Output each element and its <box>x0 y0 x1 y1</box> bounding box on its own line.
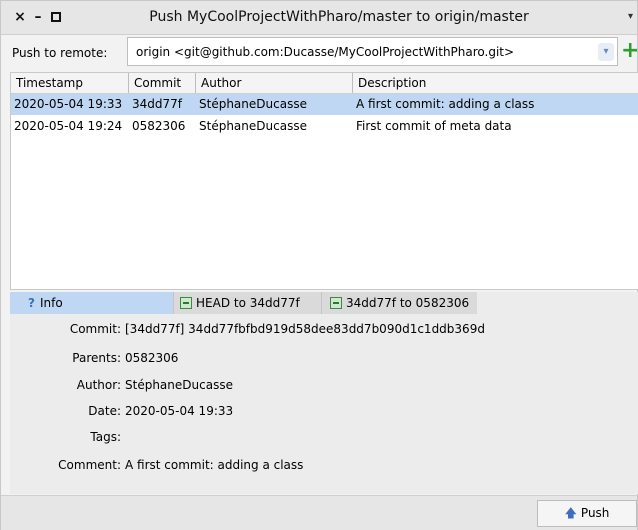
cell-description: First commit of meta data <box>356 119 512 133</box>
tab-info[interactable]: ? Info <box>10 292 173 314</box>
parents-label: Parents: <box>72 351 121 365</box>
commits-table: Timestamp Commit Author Description 2020… <box>10 72 638 290</box>
maximize-icon[interactable] <box>48 9 64 25</box>
comment-label: Comment: <box>58 458 121 472</box>
cell-author: StéphaneDucasse <box>199 119 307 133</box>
push-to-remote-label: Push to remote: <box>12 46 108 60</box>
chevron-down-icon[interactable]: ▾ <box>598 43 614 61</box>
author-value: StéphaneDucasse <box>125 378 233 392</box>
arrow-up-icon: 🡅 <box>564 506 577 520</box>
diff-icon <box>180 297 192 309</box>
parents-value: 0582306 <box>125 351 179 365</box>
tab-commit-diff[interactable]: 34dd77f to 0582306 <box>321 292 477 314</box>
commit-info-panel: Commit: [34dd77f] 34dd77fbfbd919d58dee83… <box>10 314 638 494</box>
minimize-icon[interactable]: – <box>30 9 46 25</box>
remote-dropdown[interactable]: origin <git@github.com:Ducasse/MyCoolPro… <box>127 37 618 66</box>
date-value: 2020-05-04 19:33 <box>125 404 234 418</box>
diff-icon <box>330 297 342 309</box>
cell-author: StéphaneDucasse <box>199 97 307 111</box>
table-row[interactable]: 2020-05-04 19:33 34dd77f StéphaneDucasse… <box>11 94 638 115</box>
comment-value: A first commit: adding a class <box>125 458 304 472</box>
column-header-commit[interactable]: Commit <box>129 73 196 93</box>
push-button-label: Push <box>580 506 610 520</box>
commit-value: [34dd77f] 34dd77fbfbd919d58dee83dd7b090d… <box>125 322 485 336</box>
commit-label: Commit: <box>69 322 121 336</box>
push-dialog-window: × – Push MyCoolProjectWithPharo/master t… <box>0 0 638 530</box>
title-bar[interactable]: × – Push MyCoolProjectWithPharo/master t… <box>1 1 637 35</box>
window-title: Push MyCoolProjectWithPharo/master to or… <box>149 9 529 25</box>
cell-timestamp: 2020-05-04 19:33 <box>14 97 123 111</box>
cell-timestamp: 2020-05-04 19:24 <box>14 119 123 133</box>
tab-info-label: Info <box>39 296 63 310</box>
column-header-timestamp[interactable]: Timestamp <box>11 73 129 93</box>
column-header-description[interactable]: Description <box>353 73 638 93</box>
cell-commit: 0582306 <box>132 119 186 133</box>
tags-label: Tags: <box>90 430 121 444</box>
bottom-toolbar: 🡅 Push <box>1 495 637 530</box>
cell-commit: 34dd77f <box>132 97 182 111</box>
column-header-author[interactable]: Author <box>196 73 353 93</box>
help-icon: ? <box>28 296 35 310</box>
detail-tabs: ? Info HEAD to 34dd77f 34dd77f to 0582306 <box>10 292 638 314</box>
add-remote-button[interactable]: + <box>621 37 638 66</box>
remote-dropdown-value: origin <git@github.com:Ducasse/MyCoolPro… <box>136 45 515 59</box>
author-label: Author: <box>76 378 121 392</box>
window-menu-icon[interactable]: ▾ <box>628 11 633 22</box>
tab-head-diff-label: HEAD to 34dd77f <box>196 296 300 310</box>
tab-commit-diff-label: 34dd77f to 0582306 <box>346 296 470 310</box>
push-button[interactable]: 🡅 Push <box>537 500 637 527</box>
table-header: Timestamp Commit Author Description <box>11 73 638 94</box>
cell-description: A first commit: adding a class <box>356 97 535 111</box>
close-icon[interactable]: × <box>12 9 28 25</box>
tab-head-diff[interactable]: HEAD to 34dd77f <box>173 292 321 314</box>
table-row[interactable]: 2020-05-04 19:24 0582306 StéphaneDucasse… <box>11 116 638 137</box>
date-label: Date: <box>88 404 121 418</box>
